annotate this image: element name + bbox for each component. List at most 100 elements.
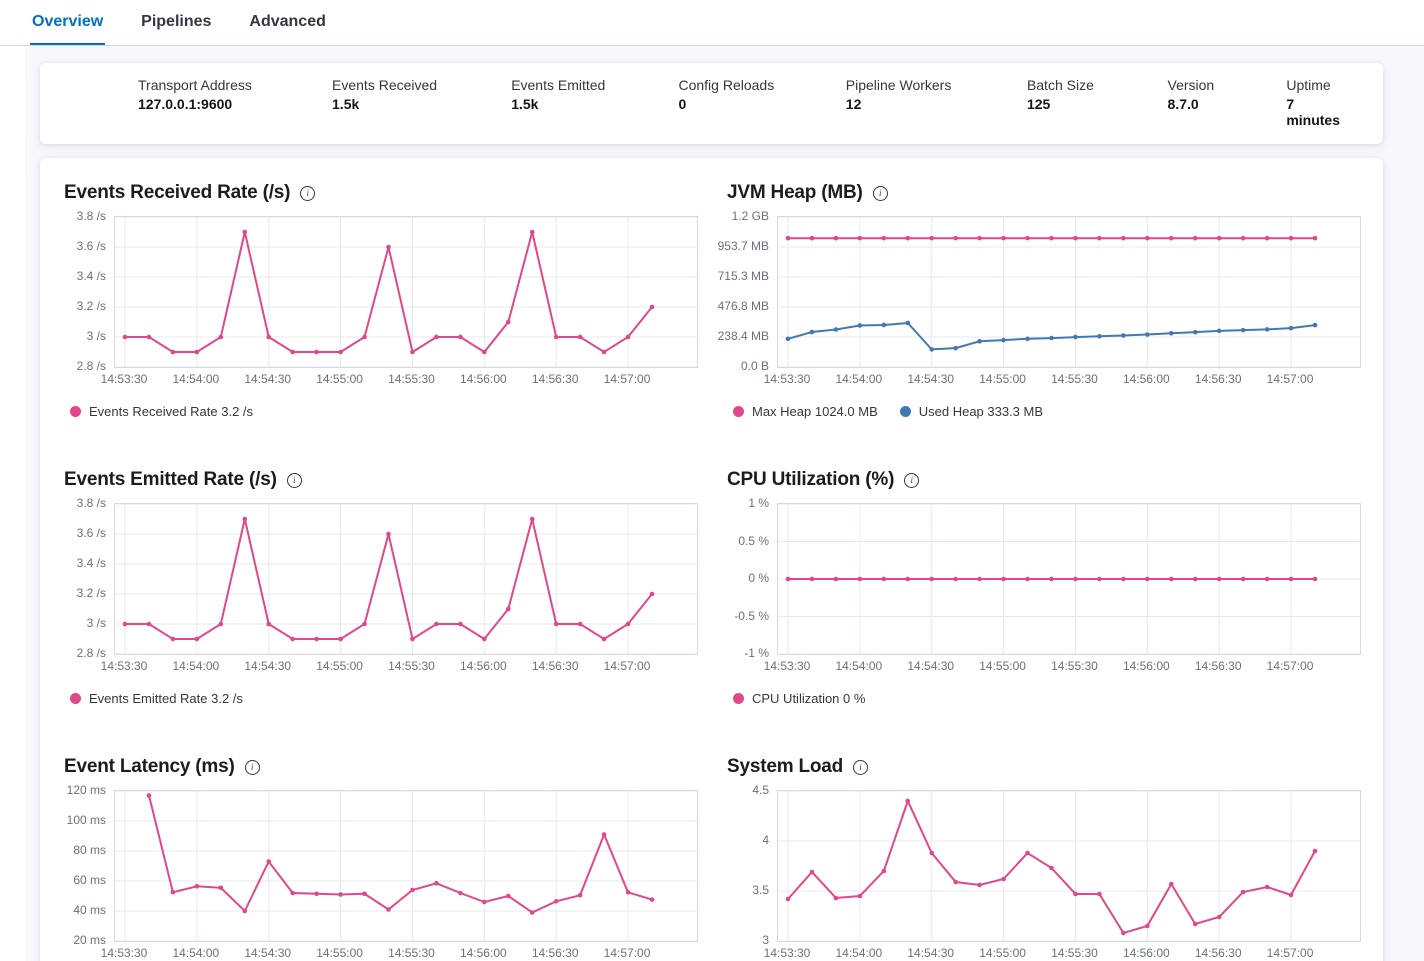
data-point: [242, 517, 247, 522]
chart-cpu-utilization: CPU Utilization (%) i 1 %0.5 %0 %-0.5 %-…: [727, 469, 1359, 706]
x-tick-label: 14:55:30: [1051, 372, 1098, 386]
info-icon[interactable]: i: [245, 760, 260, 775]
legend-item[interactable]: Events Emitted Rate 3.2 /s: [70, 691, 243, 706]
data-point: [314, 891, 319, 896]
x-tick-label: 14:56:00: [1123, 372, 1170, 386]
data-point: [834, 896, 839, 901]
line-chart-plot: [777, 790, 1361, 942]
x-tick-label: 14:55:00: [316, 372, 363, 386]
data-point: [578, 622, 583, 627]
data-point: [219, 885, 224, 890]
data-point: [858, 894, 863, 899]
y-tick-label: 3.2 /s: [77, 299, 106, 313]
data-point: [626, 335, 631, 340]
data-point: [147, 622, 152, 627]
data-point: [314, 637, 319, 642]
chart-title: System Load: [727, 756, 843, 778]
data-point: [953, 346, 958, 351]
legend-dot-icon: [900, 406, 911, 417]
data-point: [602, 350, 607, 355]
data-point: [410, 888, 415, 893]
y-axis: 1 %0.5 %0 %-0.5 %-1 %: [727, 503, 777, 655]
y-tick-label: 40 ms: [73, 903, 106, 917]
stat-version: Version 8.7.0: [1168, 77, 1287, 112]
data-point: [578, 335, 583, 340]
stat-config-reloads: Config Reloads 0: [678, 77, 845, 112]
tab-overview[interactable]: Overview: [30, 13, 105, 45]
data-point: [506, 894, 511, 899]
y-tick-label: 0 %: [748, 571, 769, 585]
data-point: [650, 305, 655, 310]
data-point: [362, 335, 367, 340]
y-tick-label: 1.2 GB: [732, 209, 769, 223]
line-chart-plot: [114, 216, 698, 368]
data-point: [1073, 577, 1078, 582]
x-tick-label: 14:53:30: [764, 659, 811, 673]
data-point: [1001, 877, 1006, 882]
data-point: [1001, 338, 1006, 343]
data-point: [554, 899, 559, 904]
y-tick-label: 3: [762, 933, 769, 947]
data-point: [458, 891, 463, 896]
data-point: [266, 859, 271, 864]
info-icon[interactable]: i: [300, 186, 315, 201]
data-point: [1073, 335, 1078, 340]
data-point: [1241, 890, 1246, 895]
x-axis: 14:53:3014:54:0014:54:3014:55:0014:55:30…: [114, 372, 696, 390]
stat-label: Uptime: [1286, 77, 1351, 93]
data-point: [1217, 329, 1222, 334]
y-tick-label: 3.6 /s: [77, 239, 106, 253]
legend-item[interactable]: Events Received Rate 3.2 /s: [70, 404, 253, 419]
data-point: [953, 880, 958, 885]
info-icon[interactable]: i: [853, 760, 868, 775]
info-icon[interactable]: i: [287, 473, 302, 488]
data-point: [953, 577, 958, 582]
series-line-event-latency: [149, 796, 652, 913]
x-tick-label: 14:55:30: [388, 946, 435, 960]
legend-item[interactable]: Used Heap 333.3 MB: [900, 404, 1043, 419]
y-tick-label: 3.6 /s: [77, 526, 106, 540]
node-summary-bar: Transport Address 127.0.0.1:9600 Events …: [40, 63, 1383, 144]
x-tick-label: 14:53:30: [101, 372, 148, 386]
stat-pipeline-workers: Pipeline Workers 12: [846, 77, 1027, 112]
tab-advanced[interactable]: Advanced: [247, 13, 327, 45]
info-icon[interactable]: i: [904, 473, 919, 488]
data-point: [858, 323, 863, 328]
legend-item[interactable]: Max Heap 1024.0 MB: [733, 404, 878, 419]
x-tick-label: 14:53:30: [101, 946, 148, 960]
legend-item[interactable]: CPU Utilization 0 %: [733, 691, 865, 706]
charts-grid: Events Received Rate (/s) i 3.8 /s3.6 /s…: [64, 182, 1359, 961]
data-point: [929, 577, 934, 582]
data-point: [338, 892, 343, 897]
legend-dot-icon: [733, 693, 744, 704]
x-tick-label: 14:56:30: [1195, 946, 1242, 960]
data-point: [386, 907, 391, 912]
x-axis: 14:53:3014:54:0014:54:3014:55:0014:55:30…: [777, 946, 1359, 961]
stat-value: 1.5k: [511, 96, 670, 112]
data-point: [650, 592, 655, 597]
data-point: [290, 891, 295, 896]
x-tick-label: 14:56:00: [460, 372, 507, 386]
data-point: [1241, 236, 1246, 241]
tab-pipelines[interactable]: Pipelines: [139, 13, 213, 45]
y-axis: 4.543.53: [727, 790, 777, 942]
info-icon[interactable]: i: [873, 186, 888, 201]
data-point: [977, 577, 982, 582]
y-tick-label: 238.4 MB: [718, 329, 769, 343]
y-tick-label: 3.4 /s: [77, 269, 106, 283]
stat-label: Pipeline Workers: [846, 77, 1019, 93]
data-point: [929, 347, 934, 352]
x-tick-label: 14:55:00: [979, 372, 1026, 386]
stat-batch-size: Batch Size 125: [1027, 77, 1168, 112]
y-tick-label: -0.5 %: [734, 609, 769, 623]
x-tick-label: 14:55:00: [979, 946, 1026, 960]
data-point: [1145, 236, 1150, 241]
data-point: [1265, 327, 1270, 332]
x-tick-label: 14:56:00: [1123, 946, 1170, 960]
data-point: [602, 637, 607, 642]
x-tick-label: 14:54:00: [836, 946, 883, 960]
data-point: [834, 327, 839, 332]
y-tick-label: 3.8 /s: [77, 209, 106, 223]
data-point: [434, 622, 439, 627]
y-tick-label: 3 /s: [87, 616, 106, 630]
